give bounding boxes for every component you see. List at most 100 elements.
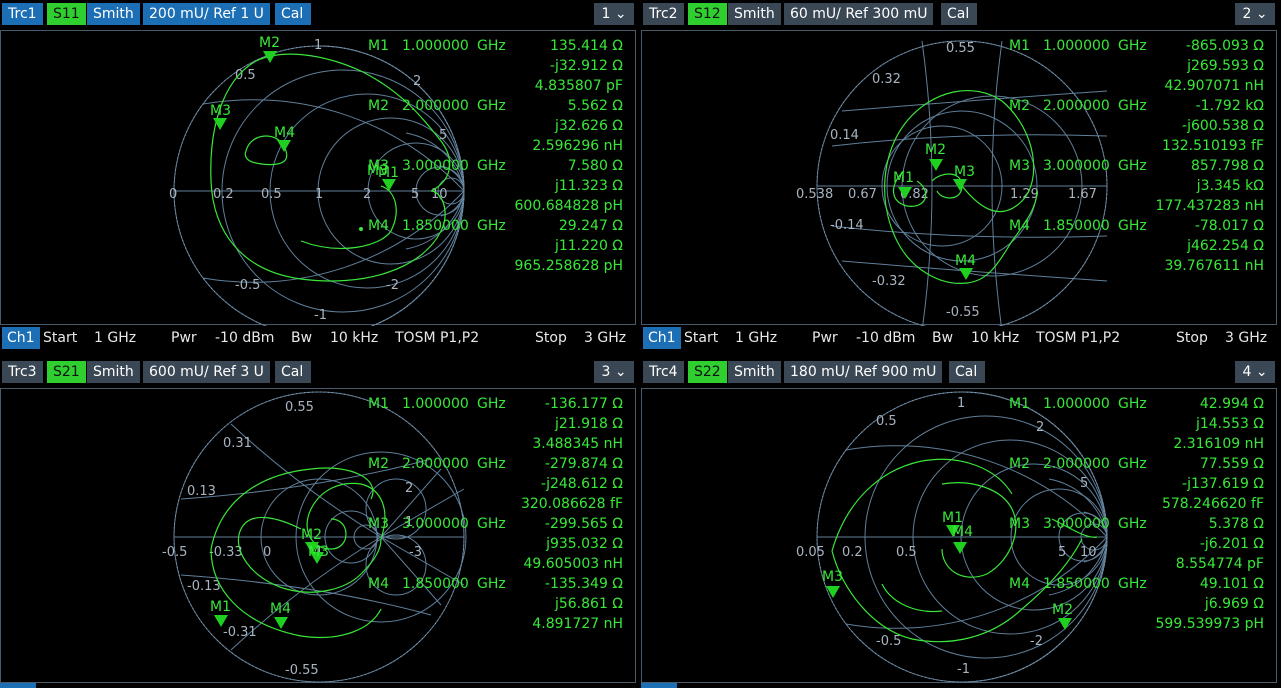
marker-value: 49.101 Ω [1199,576,1264,592]
marker-value: -279.874 Ω [544,456,623,472]
power-value[interactable]: -10 dBm [215,327,274,349]
marker-label: M1 [1009,38,1030,54]
start-value[interactable]: 1 GHz [94,327,136,349]
grid-label: -0.55 [285,663,319,678]
bandwidth-value[interactable]: 10 kHz [330,327,378,349]
diagram-area[interactable]: 1 0.5 2 0.05 0.2 0.5 5 10 -0.5 -1 -2 5 M… [641,388,1277,683]
channel-indicator [641,683,677,688]
marker-value: -j6.201 Ω [1199,536,1264,552]
marker-icon-m4 [953,542,967,554]
param-tab[interactable]: S12 [688,3,727,25]
trace-pane-3[interactable]: Trc3 S21 Smith 600 mU/ Ref 3 U Cal 3 ⌄ 0… [0,358,636,688]
param-tab[interactable]: S21 [47,361,86,383]
trace-tab[interactable]: Trc3 [2,361,43,383]
power-label: Pwr [171,330,197,346]
trace-pane-4[interactable]: Trc4 S22 Smith 180 mU/ Ref 900 mU Cal 4 … [641,358,1277,688]
marker-value: 39.767611 nH [1164,258,1264,274]
chart-marker-label: M4 [952,524,973,540]
scale-label[interactable]: 200 mU/ Ref 1 U [143,3,270,25]
chevron-down-icon: ⌄ [614,364,627,380]
trace-tab[interactable]: Trc4 [643,361,684,383]
trace-tab[interactable]: Trc1 [2,3,43,25]
scale-label[interactable]: 180 mU/ Ref 900 mU [784,361,943,383]
format-label[interactable]: Smith [87,3,140,25]
trace-pane-1[interactable]: Trc1 S11 Smith 200 mU/ Ref 1 U Cal 1 ⌄ 0… [0,0,636,350]
marker-value: -78.017 Ω [1194,218,1264,234]
trace-pane-2[interactable]: Trc2 S12 Smith 60 mU/ Ref 300 mU Cal 2 ⌄ [641,0,1277,350]
format-label[interactable]: Smith [728,3,781,25]
marker-unit: GHz [1118,396,1147,412]
grid-label: 5 [1058,545,1066,560]
window-number-menu[interactable]: 3 ⌄ [594,361,634,383]
cal-label[interactable]: Cal [275,3,312,25]
marker-value: j935.032 Ω [546,536,623,552]
window-number-menu[interactable]: 1 ⌄ [594,3,634,25]
grid-label: -0.55 [946,305,980,320]
start-label: Start [43,330,78,346]
start-label: Start [684,330,719,346]
start-value[interactable]: 1 GHz [735,327,777,349]
cal-label[interactable]: Cal [941,3,978,25]
scale-label[interactable]: 600 mU/ Ref 3 U [143,361,270,383]
trace-tab[interactable]: Trc2 [643,3,684,25]
grid-label: 10 [1080,545,1097,560]
cal-label[interactable]: Cal [949,361,986,383]
format-label[interactable]: Smith [728,361,781,383]
format-label[interactable]: Smith [87,361,140,383]
marker-value: j56.861 Ω [554,596,623,612]
smith-chart[interactable]: 0.55 0.31 0.13 -0.5 -0.33 0 1 -0.13 -0.3… [1,389,637,684]
marker-unit: GHz [477,456,506,472]
window-number-menu[interactable]: 4 ⌄ [1235,361,1275,383]
grid-label: -0.31 [223,625,257,640]
param-tab[interactable]: S11 [47,3,86,25]
bandwidth-value[interactable]: 10 kHz [971,327,1019,349]
stop-value[interactable]: 3 GHz [584,327,626,349]
marker-value: j11.323 Ω [554,178,623,194]
diagram-area[interactable]: 0.5 1 2 0 0.2 0.5 1 2 5 10 -0.5 -1 -2 5 [0,30,637,326]
grid-label: 2 [1036,420,1044,435]
smith-chart[interactable]: 0.5 1 2 0 0.2 0.5 1 2 5 10 -0.5 -1 -2 5 [1,31,637,326]
grid-label: -0.5 [162,545,187,560]
scale-label[interactable]: 60 mU/ Ref 300 mU [784,3,934,25]
diagram-area[interactable]: 0.55 0.32 0.14 0.538 0.67 0.82 1.29 1.67… [641,30,1278,326]
grid-label: -3 [409,545,422,560]
diagram-area[interactable]: 0.55 0.31 0.13 -0.5 -0.33 0 1 -0.13 -0.3… [0,388,636,683]
window-number: 1 [601,6,611,22]
marker-label: M1 [1009,396,1030,412]
marker-value: 8.554774 pF [1175,556,1264,572]
param-tab[interactable]: S22 [688,361,727,383]
window-number-menu[interactable]: 2 ⌄ [1235,3,1275,25]
channel-tab[interactable]: Ch1 [643,327,681,349]
chart-marker-label: M4 [955,253,976,269]
stop-value[interactable]: 3 GHz [1225,327,1267,349]
marker-freq: 3.000000 [1043,158,1110,174]
marker-freq: 1.000000 [1043,396,1110,412]
grid-label: 0.05 [796,545,825,560]
channel-tab[interactable]: Ch1 [2,327,40,349]
marker-unit: GHz [1118,38,1147,54]
window-number: 3 [601,364,611,380]
marker-value: 600.684828 pH [514,198,623,214]
power-value[interactable]: -10 dBm [856,327,915,349]
smith-chart[interactable]: 0.55 0.32 0.14 0.538 0.67 0.82 1.29 1.67… [642,31,1278,326]
grid-label: 2 [405,481,413,496]
marker-label: M4 [368,218,389,234]
marker-unit: GHz [477,218,506,234]
chevron-down-icon: ⌄ [1255,6,1268,22]
grid-label: -0.33 [209,545,243,560]
grid-label: -2 [386,278,399,293]
marker-unit: GHz [477,98,506,114]
marker-value: 5.378 Ω [1208,516,1264,532]
marker-unit: GHz [477,38,506,54]
cal-label[interactable]: Cal [275,361,312,383]
chart-marker-label: M4 [270,601,291,617]
smith-chart[interactable]: 1 0.5 2 0.05 0.2 0.5 5 10 -0.5 -1 -2 5 M… [642,389,1278,684]
grid-label: 0.31 [223,436,252,451]
marker-freq: 2.000000 [1043,98,1110,114]
marker-value: 3.488345 nH [532,436,623,452]
grid-label: -2 [1030,634,1043,649]
marker-value: 857.798 Ω [1190,158,1264,174]
chart-marker-label: M2 [925,142,946,158]
marker-value: j14.553 Ω [1195,416,1264,432]
marker-label: M4 [1009,576,1030,592]
